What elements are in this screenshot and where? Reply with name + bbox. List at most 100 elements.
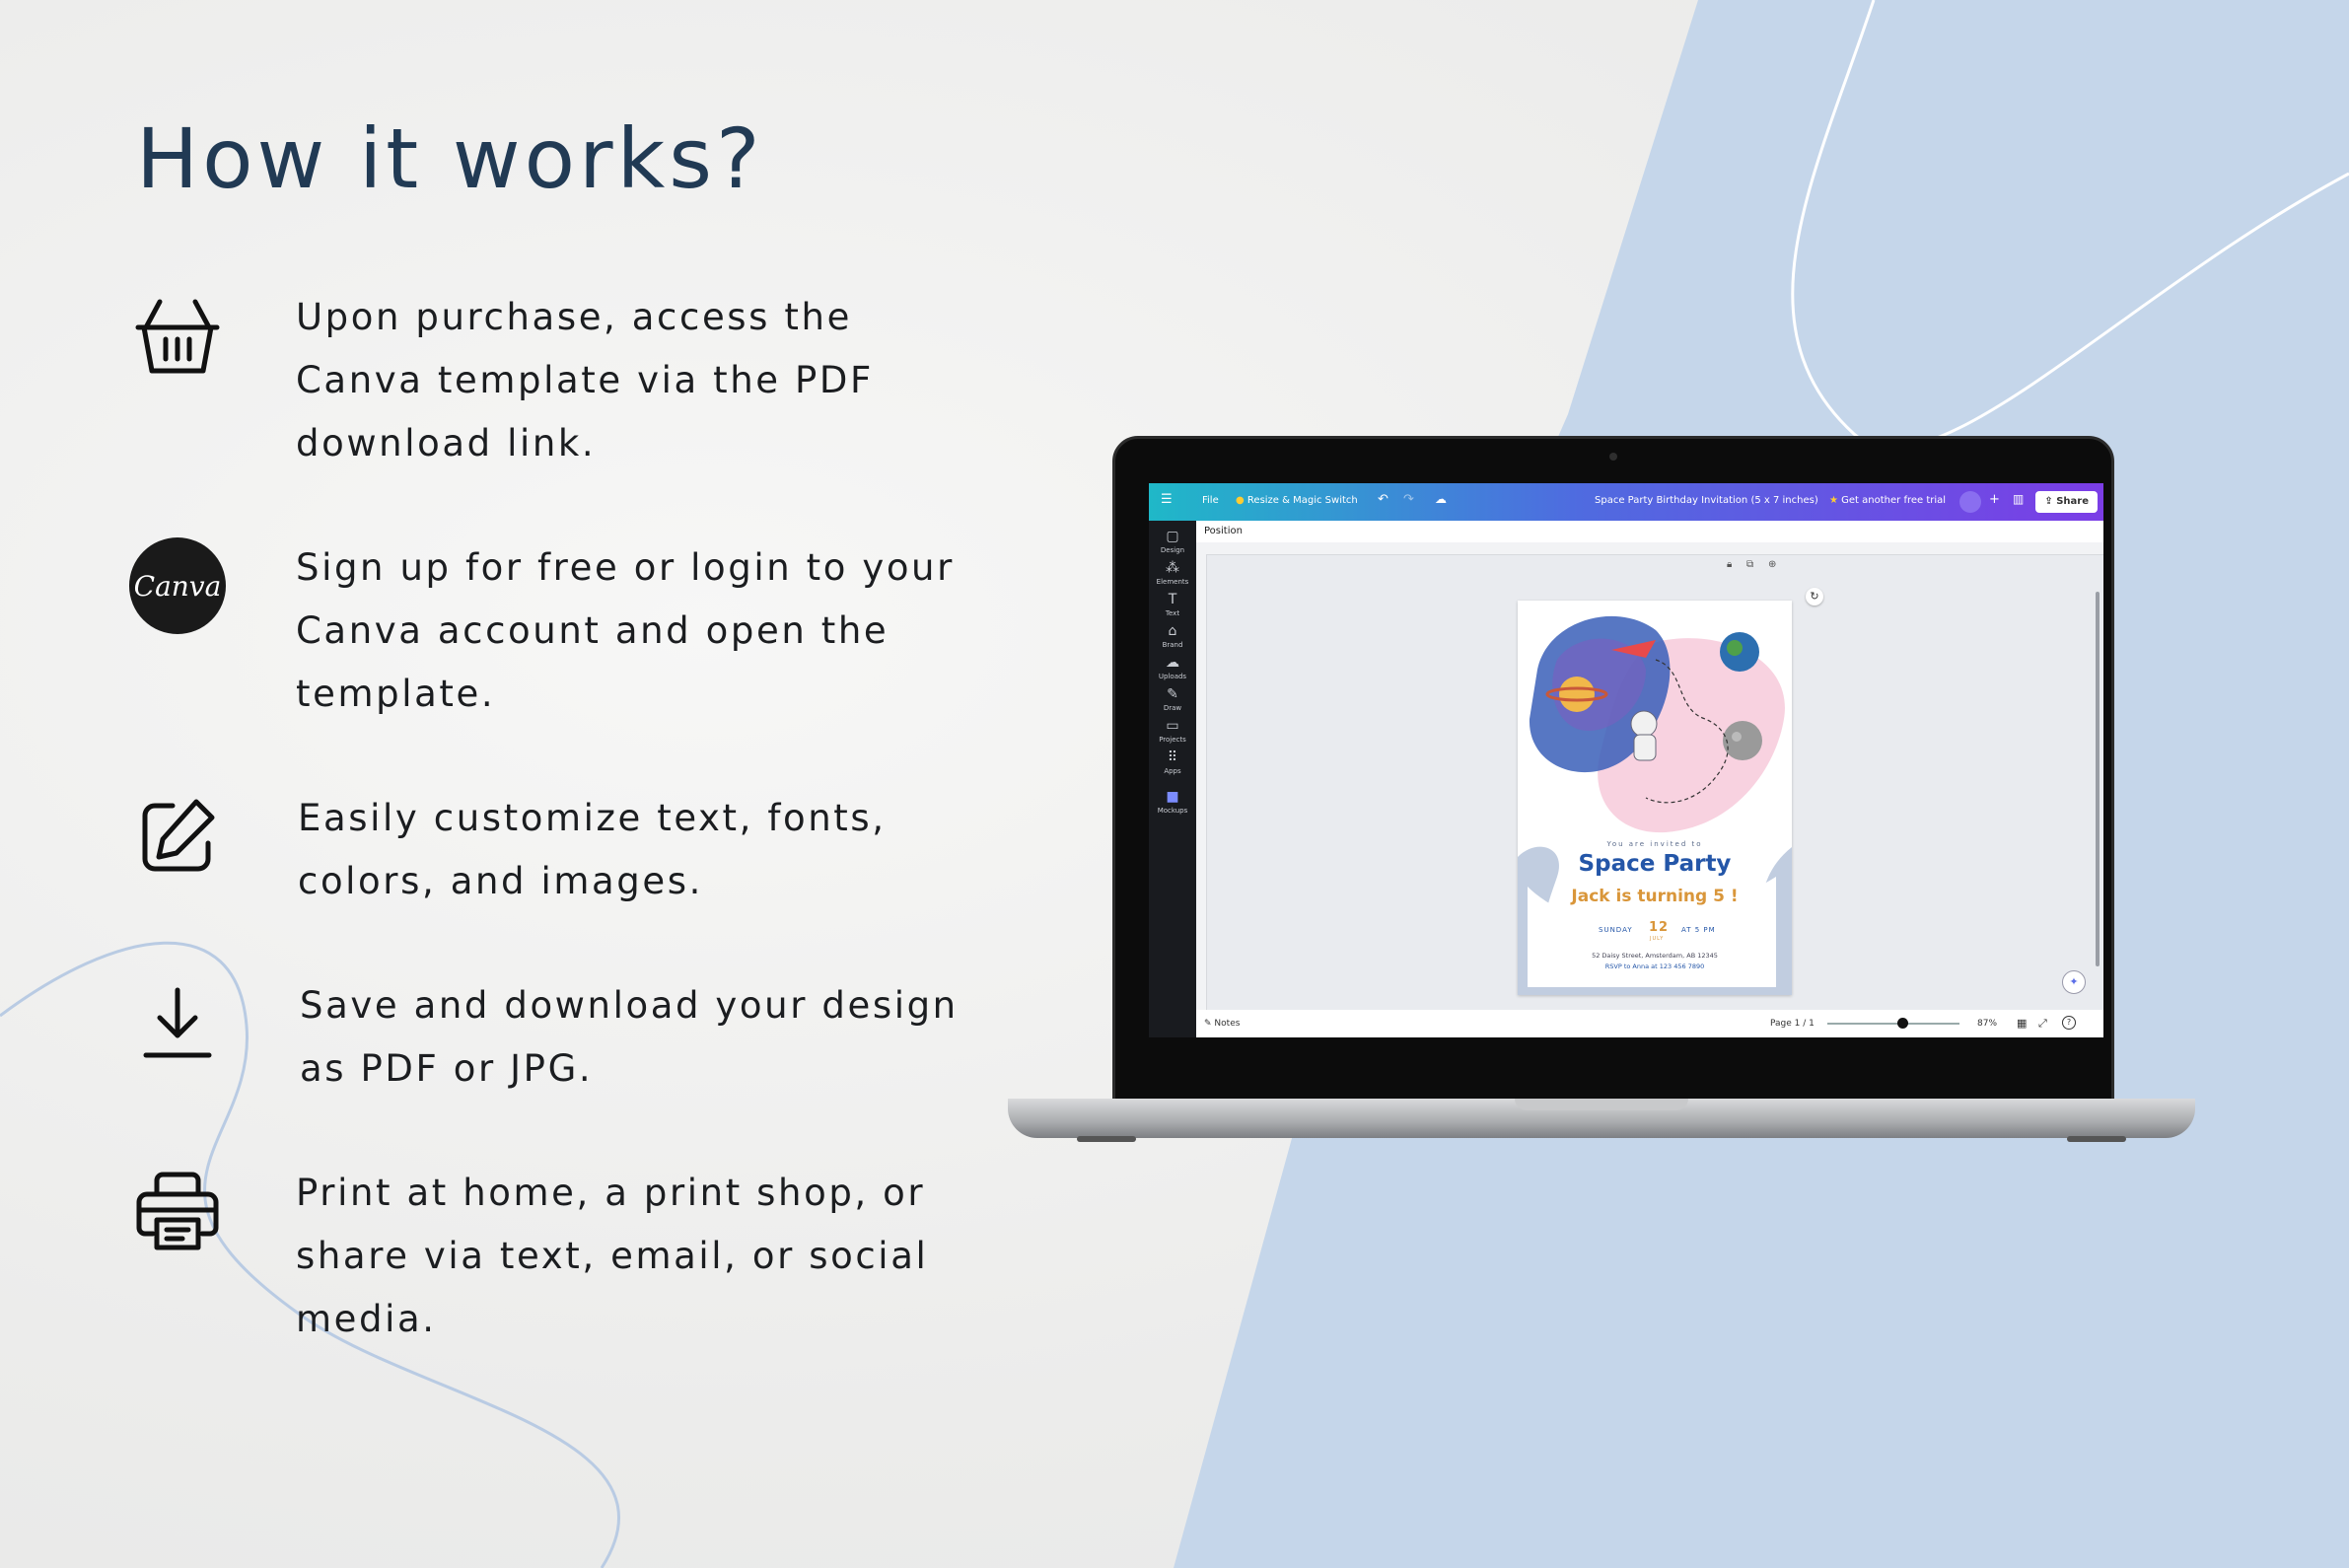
invite-date-number: 12 — [1649, 920, 1670, 935]
menu-icon[interactable]: ☰ — [1161, 492, 1173, 507]
laptop-lid: ☰ File ● Resize & Magic Switch ↶ ↷ ☁ Spa… — [1112, 436, 2114, 1103]
sidebar-item-mockups[interactable]: ■ Mockups — [1149, 789, 1196, 815]
crown-icon: ● — [1236, 495, 1245, 506]
avatar[interactable] — [1959, 491, 1981, 513]
upload-icon: ☁ — [1166, 655, 1179, 671]
canva-editor-screen: ☰ File ● Resize & Magic Switch ↶ ↷ ☁ Spa… — [1149, 483, 2103, 1037]
help-icon[interactable]: ? — [2062, 1016, 2076, 1030]
invite-day: SUNDAY — [1599, 926, 1633, 934]
sidebar-item-label: Uploads — [1158, 673, 1187, 680]
step-print-text: Print at home, a print shop, or share vi… — [296, 1172, 929, 1340]
edit-icon — [128, 787, 227, 886]
position-button[interactable]: Position — [1204, 526, 1243, 536]
notes-label: Notes — [1214, 1019, 1241, 1029]
insights-icon[interactable]: ▥ — [2013, 492, 2024, 506]
sidebar-item-label: Elements — [1156, 578, 1189, 586]
camera-icon — [1609, 453, 1617, 461]
notes-icon: ✎ — [1204, 1019, 1212, 1029]
zoom-slider[interactable] — [1827, 1023, 1959, 1025]
printer-icon — [128, 1162, 227, 1260]
step-signup-text: Sign up for free or login to your Canva … — [296, 546, 955, 715]
horizontal-ruler — [1196, 542, 2103, 555]
share-icon: ⇪ — [2044, 496, 2053, 507]
invite-address: 52 Daisy Street, Amsterdam, AB 12345 — [1592, 952, 1718, 960]
cloud-save-icon[interactable]: ☁ — [1435, 492, 1447, 506]
basket-icon — [128, 286, 227, 385]
sidebar-item-uploads[interactable]: ☁ Uploads — [1149, 655, 1196, 680]
step-purchase-text: Upon purchase, access the Canva template… — [296, 296, 874, 464]
add-collaborator-icon[interactable]: + — [1989, 492, 2000, 507]
sidebar-item-text[interactable]: T Text — [1149, 592, 1196, 617]
zoom-level[interactable]: 87% — [1977, 1019, 1997, 1029]
magic-assistant-icon[interactable]: ✦ — [2062, 970, 2086, 994]
sidebar-item-label: Brand — [1162, 641, 1183, 649]
sidebar-item-apps[interactable]: ⠿ Apps — [1149, 749, 1196, 775]
invite-time: AT 5 PM — [1681, 926, 1716, 934]
share-button-label: Share — [2056, 496, 2089, 507]
resize-button-label: Resize & Magic Switch — [1246, 495, 1358, 506]
notes-button[interactable]: ✎ Notes — [1204, 1019, 1240, 1029]
file-menu[interactable]: File — [1202, 495, 1219, 506]
step-purchase: Upon purchase, access the Canva template… — [128, 286, 871, 464]
folder-icon: ▭ — [1166, 718, 1179, 734]
vertical-scrollbar[interactable] — [2096, 592, 2100, 966]
resize-button[interactable]: ● Resize & Magic Switch — [1236, 495, 1358, 506]
sidebar-item-draw[interactable]: ✎ Draw — [1149, 686, 1196, 712]
grid-view-icon[interactable]: ▦ — [2017, 1017, 2027, 1030]
brand-icon: ⌂ — [1168, 623, 1177, 639]
sidebar-item-brand[interactable]: ⌂ Brand — [1149, 623, 1196, 649]
step-download: Save and download your design as PDF or … — [128, 974, 956, 1090]
page-title: How it works? — [136, 110, 764, 207]
sidebar-item-label: Design — [1160, 546, 1185, 554]
sidebar-item-label: Text — [1165, 609, 1180, 617]
laptop-foot-left — [1077, 1136, 1136, 1142]
editor-sidebar: ▢ Design ⁂ Elements T Text ⌂ Brand ☁ Uploads … — [1149, 521, 1196, 1037]
zoom-slider-handle[interactable] — [1897, 1018, 1908, 1029]
canva-logo: Canva — [128, 536, 227, 635]
step-signup: Canva Sign up for free or login to your … — [128, 536, 952, 715]
sidebar-item-elements[interactable]: ⁂ Elements — [1149, 560, 1196, 586]
sidebar-item-label: Apps — [1164, 767, 1181, 775]
shapes-icon: ⁂ — [1166, 560, 1179, 576]
step-customize-text: Easily customize text, fonts, colors, an… — [298, 797, 887, 902]
star-icon: ★ — [1829, 495, 1838, 506]
sidebar-item-design[interactable]: ▢ Design — [1149, 529, 1196, 554]
step-customize: Easily customize text, fonts, colors, an… — [128, 787, 884, 902]
laptop-notch — [1515, 1099, 1688, 1110]
canva-logo-text: Canva — [129, 537, 226, 634]
apps-grid-icon: ⠿ — [1167, 749, 1178, 765]
sidebar-item-projects[interactable]: ▭ Projects — [1149, 718, 1196, 744]
free-trial-button[interactable]: ★ Get another free trial — [1829, 495, 1946, 506]
laptop-foot-right — [2067, 1136, 2126, 1142]
share-button[interactable]: ⇪ Share — [2035, 491, 2098, 513]
redo-icon[interactable]: ↷ — [1403, 492, 1414, 507]
sidebar-item-label: Mockups — [1157, 807, 1188, 815]
invite-subtitle: Jack is turning 5 ! — [1571, 887, 1739, 906]
vertical-ruler — [1196, 554, 1207, 1010]
undo-icon[interactable]: ↶ — [1378, 492, 1388, 507]
document-title[interactable]: Space Party Birthday Invitation (5 x 7 i… — [1595, 495, 1818, 506]
text-icon: T — [1168, 592, 1177, 607]
laptop-mockup: ☰ File ● Resize & Magic Switch ↶ ↷ ☁ Spa… — [1008, 436, 2195, 1146]
page-indicator[interactable]: Page 1 / 1 — [1770, 1019, 1815, 1029]
lock-icon[interactable]: 🔒︎ — [1727, 559, 1732, 570]
rotate-icon[interactable]: ↻ — [1806, 588, 1823, 606]
editor-topbar: ☰ File ● Resize & Magic Switch ↶ ↷ ☁ Spa… — [1149, 483, 2103, 521]
invite-title: Space Party — [1578, 851, 1732, 877]
editor-bottombar: ✎ Notes Page 1 / 1 87% ▦ ⤢ ? — [1196, 1010, 2103, 1037]
invite-month: JULY — [1650, 936, 1665, 942]
sidebar-item-label: Projects — [1159, 736, 1186, 744]
free-trial-label: Get another free trial — [1841, 495, 1947, 506]
layout-icon: ▢ — [1166, 529, 1179, 544]
design-page[interactable]: You are invited to Space Party Jack is t… — [1518, 601, 1792, 995]
download-icon — [128, 974, 227, 1073]
invite-intro: You are invited to — [1606, 840, 1703, 848]
add-page-icon[interactable]: ⊕ — [1768, 559, 1776, 570]
sidebar-item-label: Draw — [1163, 704, 1182, 712]
duplicate-icon[interactable]: ⧉ — [1746, 559, 1753, 570]
pen-icon: ✎ — [1167, 686, 1178, 702]
fullscreen-icon[interactable]: ⤢ — [2038, 1017, 2047, 1031]
mockups-icon: ■ — [1166, 789, 1179, 805]
step-download-text: Save and download your design as PDF or … — [300, 984, 959, 1090]
context-toolbar: Position — [1196, 521, 2103, 542]
